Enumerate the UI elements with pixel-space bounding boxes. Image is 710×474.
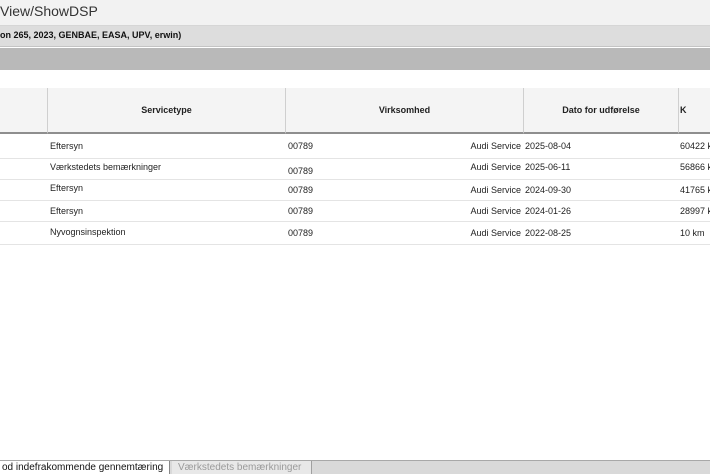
cell-servicetype: Eftersyn [50,141,84,151]
table-row[interactable]: Eftersyn 00789 Audi Service 2025-08-04 6… [0,138,710,159]
cell-company: Audi Service [470,185,521,195]
cell-code: 00789 [288,228,314,238]
column-header-virksomhed[interactable]: Virksomhed [285,88,523,134]
table-row[interactable]: Eftersyn 00789 Audi Service 2024-01-26 2… [0,201,710,222]
column-header-first[interactable] [0,88,47,134]
cell-km: 41765 k [680,185,710,195]
cell-date: 2024-01-26 [525,206,572,216]
cell-date: 2025-06-11 [525,162,571,172]
tab-gennemtaering[interactable]: od indefrakommende gennemtæring [0,461,170,474]
window-titlebar: View/ShowDSP [0,0,710,26]
cell-code: 00789 [288,206,314,216]
cell-km: 60422 k [680,141,710,151]
table-row[interactable]: Eftersyn 00789 Audi Service 2024-09-30 4… [0,180,710,201]
cell-km: 28997 k [680,206,710,216]
table-row[interactable]: Værkstedets bemærkninger 00789 Audi Serv… [0,159,710,180]
column-header-km[interactable]: K [678,88,710,134]
cell-servicetype: Eftersyn [50,206,84,216]
cell-company: Audi Service [470,162,521,172]
cell-km: 56866 k [680,162,710,172]
cell-date: 2025-08-04 [525,141,572,151]
cell-code: 00789 [288,141,314,151]
tab-vaerkstedets-bemaerkninger[interactable]: Værkstedets bemærkninger [172,461,312,474]
vehicle-info-bar: on 265, 2023, GENBAE, EASA, UPV, erwin) [0,26,710,47]
cell-servicetype: Værkstedets bemærkninger [50,162,162,172]
cell-company: Audi Service [470,228,521,238]
window-title: View/ShowDSP [0,3,98,19]
cell-company: Audi Service [470,206,521,216]
vehicle-info-text: on 265, 2023, GENBAE, EASA, UPV, erwin) [0,30,182,40]
cell-date: 2024-09-30 [525,185,572,195]
column-header-servicetype[interactable]: Servicetype [47,88,285,134]
sheet-tab-bar: od indefrakommende gennemtæring Værksted… [0,460,710,474]
column-header-dato[interactable]: Dato for udførelse [523,88,678,134]
cell-servicetype: Eftersyn [50,183,84,193]
cell-code: 00789 [288,166,314,176]
cell-code: 00789 [288,185,314,195]
cell-km: 10 km [680,228,705,238]
cell-date: 2022-08-25 [525,228,572,238]
cell-servicetype: Nyvognsinspektion [50,227,126,237]
cell-company: Audi Service [470,141,521,151]
table-row[interactable]: Nyvognsinspektion 00789 Audi Service 202… [0,222,710,245]
toolbar-strip [0,48,710,70]
